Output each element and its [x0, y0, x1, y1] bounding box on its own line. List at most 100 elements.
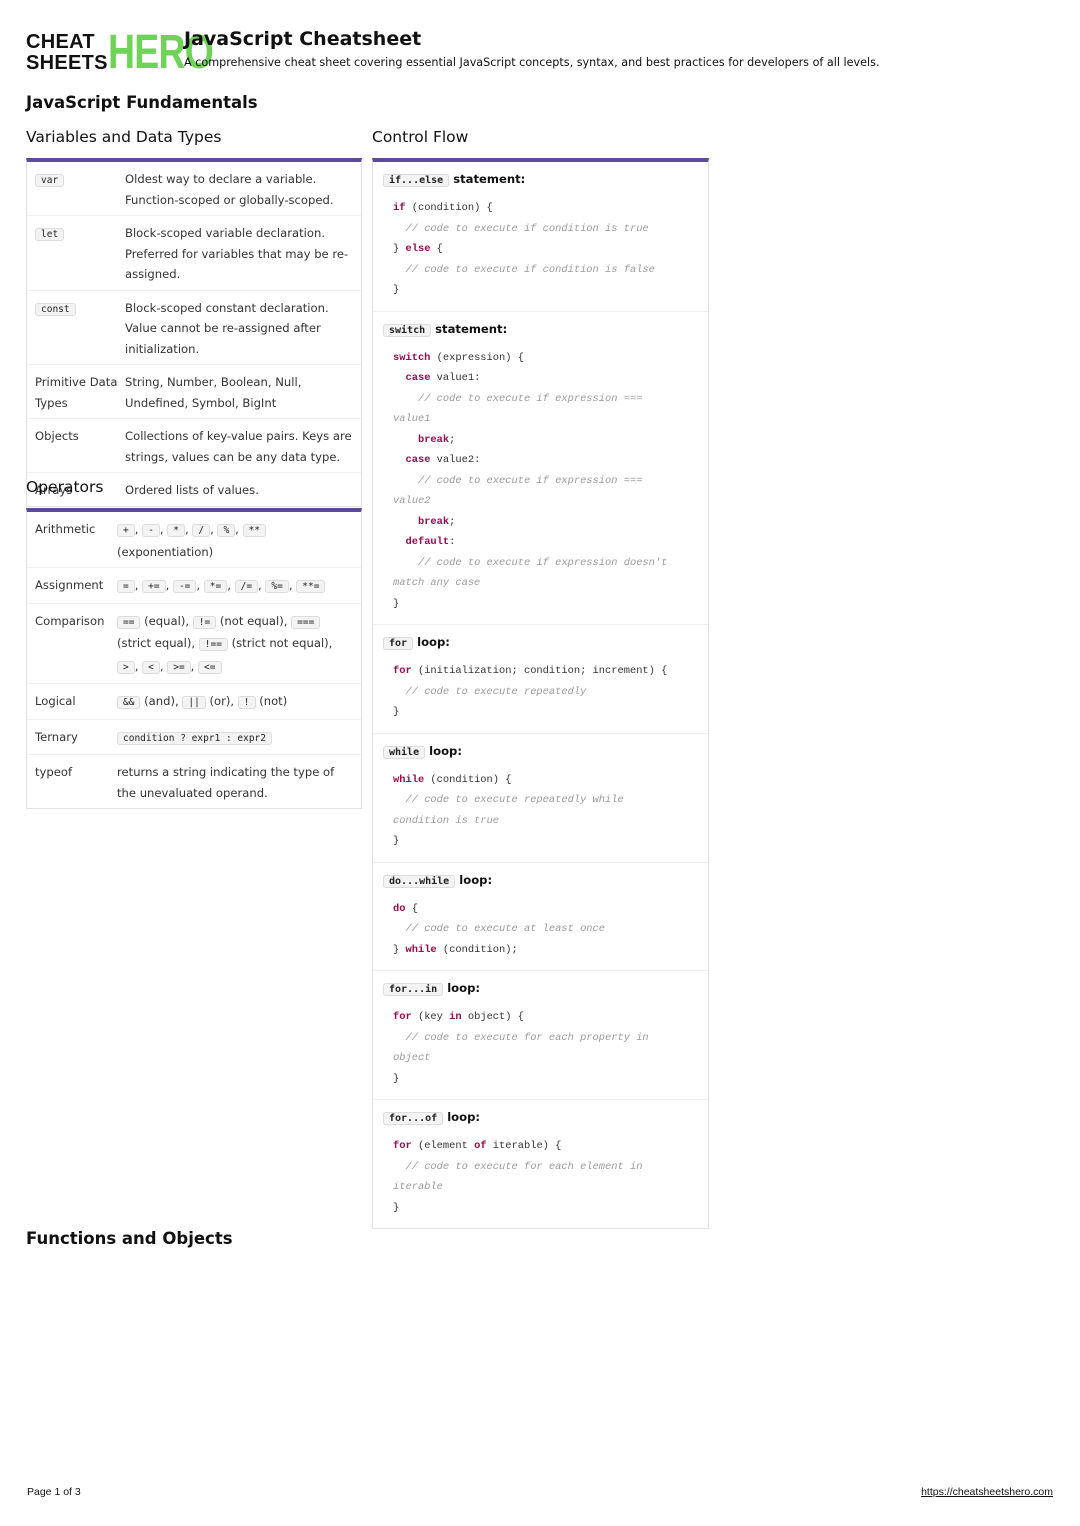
code-line: } else { [393, 239, 683, 260]
card-title-variables: Variables and Data Types [26, 128, 222, 146]
block-label: statement: [431, 321, 508, 336]
row-key: Ternary [35, 729, 78, 744]
code-keyword: if [393, 202, 406, 214]
code-keyword: do [393, 902, 406, 915]
control-flow-block: for...of loop: for (element of iterable) … [373, 1100, 708, 1228]
code-line: for (element of iterable) { [393, 1136, 683, 1157]
block-label: statement: [449, 172, 526, 186]
operator-text: , [190, 658, 199, 673]
code-line: do { [393, 899, 683, 920]
code-line: // code to execute for each element in i… [393, 1157, 683, 1198]
row-key: const [35, 298, 125, 360]
code-comment: // code to execute repeatedly while cond… [393, 794, 630, 827]
block-heading: for loop: [383, 633, 698, 653]
block-heading: for...of loop: [383, 1108, 698, 1128]
operator-code: && [117, 696, 141, 709]
page-subtitle: A comprehensive cheat sheet covering ess… [184, 56, 880, 69]
code-text: ; [449, 515, 456, 528]
operator-text: , [134, 658, 143, 673]
code-line: while (condition) { [393, 770, 683, 791]
code-line: // code to execute for each property in … [393, 1028, 683, 1069]
operator-text: (strict equal), [117, 636, 199, 650]
block-label: loop: [425, 743, 462, 758]
code-line: break; [393, 512, 683, 533]
card-title-operators: Operators [26, 478, 104, 496]
operator-text: , [227, 578, 235, 592]
code-text: } [393, 943, 406, 956]
code-keyword: while [393, 773, 425, 786]
row-key: Logical [35, 694, 76, 708]
row-key: Arithmetic [35, 522, 96, 536]
row-value: == (equal), != (not equal), === (strict … [117, 611, 353, 679]
logo-line-2: SHEETS [26, 52, 108, 74]
variables-card: var Oldest way to declare a variable. Fun… [26, 158, 362, 507]
operator-text: , [196, 578, 204, 592]
row-description: Block-scoped constant declaration. Value… [125, 300, 329, 356]
code-snippet: if (condition) { // code to execute if c… [383, 198, 683, 301]
card-title-control-flow: Control Flow [372, 128, 469, 146]
operator-code: !== [198, 638, 228, 651]
code-keyword: else [405, 243, 431, 255]
operator-code: *= [203, 580, 228, 593]
code-key: var [35, 174, 65, 187]
operator-code: % [217, 524, 236, 537]
operator-code: >= [167, 660, 191, 674]
table-row: Comparison == (equal), != (not equal), ==… [27, 604, 361, 684]
operator-code: += [142, 580, 166, 593]
code-text: } [393, 706, 400, 718]
row-key: Objects [35, 426, 125, 467]
code-text: { [430, 243, 443, 255]
title-block: JavaScript Cheatsheet A comprehensive ch… [184, 28, 944, 69]
code-keyword: case [405, 454, 431, 466]
code-line: // code to execute if condition is false [393, 260, 683, 281]
code-line: for (key in object) { [393, 1007, 683, 1028]
operator-code: / [192, 524, 211, 537]
block-code-label: for [383, 637, 414, 650]
logo-text: CHEAT SHEETS [26, 32, 108, 74]
code-line: } while (condition); [393, 940, 683, 961]
code-key: let [35, 228, 65, 241]
code-text: (condition); [436, 943, 518, 956]
code-comment: // code to execute if expression doesn't… [393, 556, 674, 590]
code-keyword: break [417, 515, 450, 528]
key-label: Primitive Data Types [35, 375, 118, 410]
row-value: +, -, *, /, %, ** (exponentiation) [117, 519, 353, 562]
operator-code: <= [198, 660, 222, 674]
block-heading: switch statement: [383, 320, 698, 340]
block-code-label: for...of [383, 1112, 444, 1125]
control-flow-block: for loop: for (initialization; condition;… [373, 625, 708, 734]
control-flow-block: switch statement: switch (expression) { c… [373, 312, 708, 625]
row-key: typeof [35, 765, 73, 779]
code-line: // code to execute at least once [393, 919, 683, 940]
code-keyword: while [405, 943, 437, 956]
block-code-label: if...else [383, 174, 450, 187]
code-text: } [393, 835, 400, 847]
site-link[interactable]: https://cheatsheetshero.com [921, 1486, 1053, 1498]
operator-code: = [117, 580, 135, 593]
code-line: case value2: [393, 450, 683, 471]
operator-code: == [117, 615, 141, 629]
operator-text: (equal), [140, 613, 193, 628]
operator-code: %= [265, 580, 289, 593]
code-line: } [393, 831, 683, 852]
code-text: object) { [461, 1011, 524, 1023]
block-label: loop: [413, 635, 450, 649]
code-text: value1: [430, 372, 481, 384]
code-snippet: for (initialization; condition; incremen… [383, 661, 683, 723]
operator-code: /= [234, 580, 259, 593]
code-text: iterable) { [486, 1140, 562, 1152]
row-description: Block-scoped variable declaration. Prefe… [125, 226, 349, 281]
code-snippet: switch (expression) { case value1: // co… [383, 348, 683, 615]
code-line: } [393, 280, 683, 301]
code-keyword: switch [393, 351, 431, 364]
code-line: default: [393, 532, 683, 553]
control-flow-block: for...in loop: for (key in object) { // c… [373, 971, 708, 1100]
operators-card: Arithmetic +, -, *, /, %, ** (exponentiat… [26, 508, 362, 809]
